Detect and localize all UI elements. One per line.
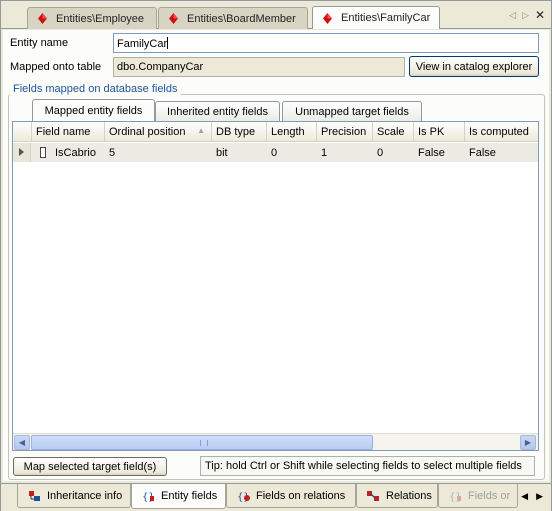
entity-name-input[interactable]: FamilyCar <box>113 33 539 53</box>
map-selected-target-fields-button[interactable]: Map selected target field(s) <box>13 457 167 476</box>
cell-is-pk: False <box>418 147 445 159</box>
sort-ascending-icon: ▲ <box>197 126 205 135</box>
bottom-tab-nav: ◀ ▶ <box>521 491 543 502</box>
scroll-left-icon[interactable]: ◀ <box>14 435 30 450</box>
tab-scroll-right-icon[interactable]: ▶ <box>536 491 543 502</box>
bottom-tab-label: Entity fields <box>161 490 218 502</box>
bottom-tab-label: Inheritance info <box>47 489 123 502</box>
scroll-right-icon[interactable]: ▶ <box>520 435 536 450</box>
row-selector-header <box>13 122 32 142</box>
doc-tab-controls: ◁ ▷ ✕ <box>509 9 545 21</box>
bottom-tab-label: Fields or <box>468 489 511 502</box>
entity-editor-window: Entities\Employee Entities\BoardMember E… <box>0 0 552 511</box>
row-checkbox[interactable] <box>40 147 46 158</box>
entity-gem-icon <box>323 12 332 24</box>
bottom-tab-label: Relations <box>386 489 432 502</box>
tip-text: Tip: hold Ctrl or Shift while selecting … <box>200 456 535 476</box>
entity-gem-icon <box>169 13 178 24</box>
doc-tab-familycar[interactable]: Entities\FamilyCar <box>312 6 440 29</box>
bottom-tab-label: Fields on relations <box>256 489 346 502</box>
column-header-field-name[interactable]: Field name <box>32 122 105 142</box>
column-header-label: Is computed <box>469 126 529 138</box>
scrollbar-thumb[interactable] <box>31 435 373 450</box>
document-tab-strip: Entities\Employee Entities\BoardMember E… <box>1 1 551 29</box>
column-header-label: DB type <box>216 126 256 138</box>
column-header-label: Scale <box>377 126 405 138</box>
cell-precision: 1 <box>321 147 328 159</box>
fields-icon: {} <box>449 490 462 502</box>
tab-inheritance-info[interactable]: Inheritance info <box>17 484 131 508</box>
column-header-scale[interactable]: Scale <box>373 122 414 142</box>
group-title: Fields mapped on database fields <box>10 83 181 95</box>
bottom-tab-strip: Inheritance info {} Entity fields {} Fie… <box>1 483 551 511</box>
column-header-is-pk[interactable]: Is PK <box>414 122 465 142</box>
tab-scroll-left-icon[interactable]: ◁ <box>509 10 516 21</box>
grip-icon <box>200 440 208 446</box>
text-caret <box>167 37 169 49</box>
cell-length: 0 <box>271 147 278 159</box>
column-header-db-type[interactable]: DB type <box>212 122 267 142</box>
tab-fields-partial[interactable]: {} Fields or <box>438 484 518 508</box>
tab-label: Mapped entity fields <box>44 104 143 117</box>
mapped-table-label: Mapped onto table <box>10 61 102 73</box>
cell-ordinal-position: 5 <box>109 147 116 159</box>
tab-fields-on-relations[interactable]: {} Fields on relations <box>226 484 356 508</box>
column-header-precision[interactable]: Precision <box>317 122 373 142</box>
mapped-table-field: dbo.CompanyCar <box>113 57 405 77</box>
close-icon[interactable]: ✕ <box>535 9 545 21</box>
cell-scale: 0 <box>377 147 384 159</box>
fields-grid: Field name Ordinal position ▲ DB type Len… <box>12 121 539 451</box>
doc-tab-label: Entities\BoardMember <box>187 12 296 25</box>
entity-editor-content: Entity name FamilyCar Mapped onto table … <box>3 30 549 481</box>
tab-scroll-right-icon[interactable]: ▷ <box>522 10 529 21</box>
horizontal-scrollbar[interactable]: ◀ ▶ <box>13 433 538 450</box>
entity-name-value: FamilyCar <box>117 38 168 50</box>
doc-tab-label: Entities\FamilyCar <box>341 12 431 24</box>
inner-tab-strip: Mapped entity fields Inherited entity fi… <box>12 99 544 121</box>
entity-gem-icon <box>38 13 47 24</box>
column-header-label: Length <box>271 126 305 138</box>
tab-mapped-entity-fields[interactable]: Mapped entity fields <box>32 99 155 121</box>
column-header-ordinal-position[interactable]: Ordinal position ▲ <box>105 122 212 142</box>
view-in-catalog-explorer-button[interactable]: View in catalog explorer <box>409 56 539 77</box>
tab-relations[interactable]: Relations <box>356 484 438 508</box>
column-header-label: Is PK <box>418 126 445 138</box>
row-selector[interactable] <box>13 143 31 162</box>
mapped-table-value: dbo.CompanyCar <box>117 61 204 73</box>
tab-label: Unmapped target fields <box>295 105 409 118</box>
doc-tab-employee[interactable]: Entities\Employee <box>27 7 157 29</box>
tab-label: Inherited entity fields <box>167 105 268 118</box>
cell-field-name: IsCabrio <box>55 147 96 159</box>
inheritance-icon <box>28 490 41 502</box>
entity-name-label: Entity name <box>10 37 69 49</box>
tab-unmapped-target-fields[interactable]: Unmapped target fields <box>282 101 422 121</box>
grid-header: Field name Ordinal position ▲ DB type Len… <box>13 122 538 142</box>
cell-db-type: bit <box>216 147 228 159</box>
relations-icon <box>367 490 380 502</box>
doc-tab-boardmember[interactable]: Entities\BoardMember <box>158 7 308 29</box>
current-row-arrow-icon <box>19 148 24 156</box>
doc-tab-label: Entities\Employee <box>56 12 145 25</box>
fields-on-relations-icon: {} <box>237 490 250 502</box>
table-row[interactable]: IsCabrio 5 bit 0 1 0 False False <box>13 143 538 162</box>
column-header-label: Precision <box>321 126 367 138</box>
tab-inherited-entity-fields[interactable]: Inherited entity fields <box>155 101 280 121</box>
column-header-label: Ordinal position <box>109 126 186 138</box>
column-header-label: Field name <box>36 126 91 138</box>
column-header-is-computed[interactable]: Is computed <box>465 122 538 142</box>
entity-fields-icon: {} <box>142 490 155 502</box>
column-header-length[interactable]: Length <box>267 122 317 142</box>
cell-is-computed: False <box>469 147 496 159</box>
tab-scroll-left-icon[interactable]: ◀ <box>521 491 528 502</box>
tab-entity-fields[interactable]: {} Entity fields <box>131 484 226 509</box>
